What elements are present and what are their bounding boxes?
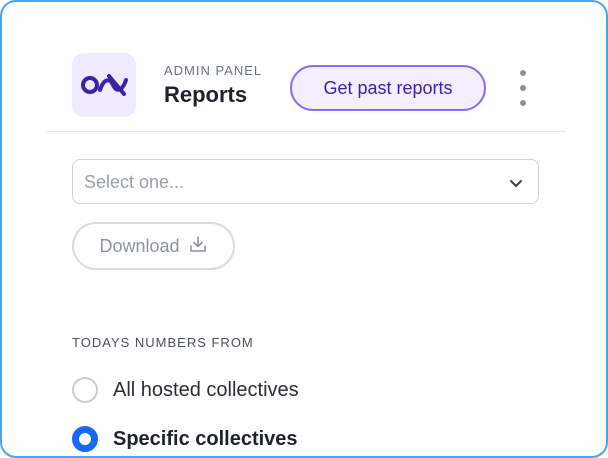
radio-option-specific[interactable]: Specific collectives <box>72 426 298 452</box>
radio-label-specific: Specific collectives <box>113 427 298 450</box>
radio-label-all-hosted: All hosted collectives <box>113 378 299 401</box>
radio-selected[interactable] <box>72 426 98 452</box>
opencollective-logo-icon <box>72 53 136 117</box>
kebab-dot <box>520 85 526 91</box>
panel-kicker: ADMIN PANEL <box>164 63 263 78</box>
download-icon <box>188 234 208 259</box>
todays-numbers-label: TODAYS NUMBERS FROM <box>72 335 254 350</box>
download-label: Download <box>99 235 180 256</box>
download-button[interactable]: Download <box>72 222 235 270</box>
radio-unselected[interactable] <box>72 377 98 403</box>
kebab-menu-icon[interactable] <box>512 70 534 106</box>
get-past-reports-button[interactable]: Get past reports <box>290 65 486 111</box>
chevron-down-icon <box>508 175 524 191</box>
report-type-select[interactable]: Select one... <box>72 159 539 204</box>
reports-panel: ADMIN PANEL Reports Get past reports Sel… <box>0 0 608 458</box>
report-type-placeholder: Select one... <box>84 172 185 192</box>
page-title: Reports <box>164 82 248 107</box>
header-divider <box>46 131 566 132</box>
kebab-dot <box>520 100 526 106</box>
kebab-dot <box>520 70 526 76</box>
radio-option-all-hosted[interactable]: All hosted collectives <box>72 377 299 403</box>
